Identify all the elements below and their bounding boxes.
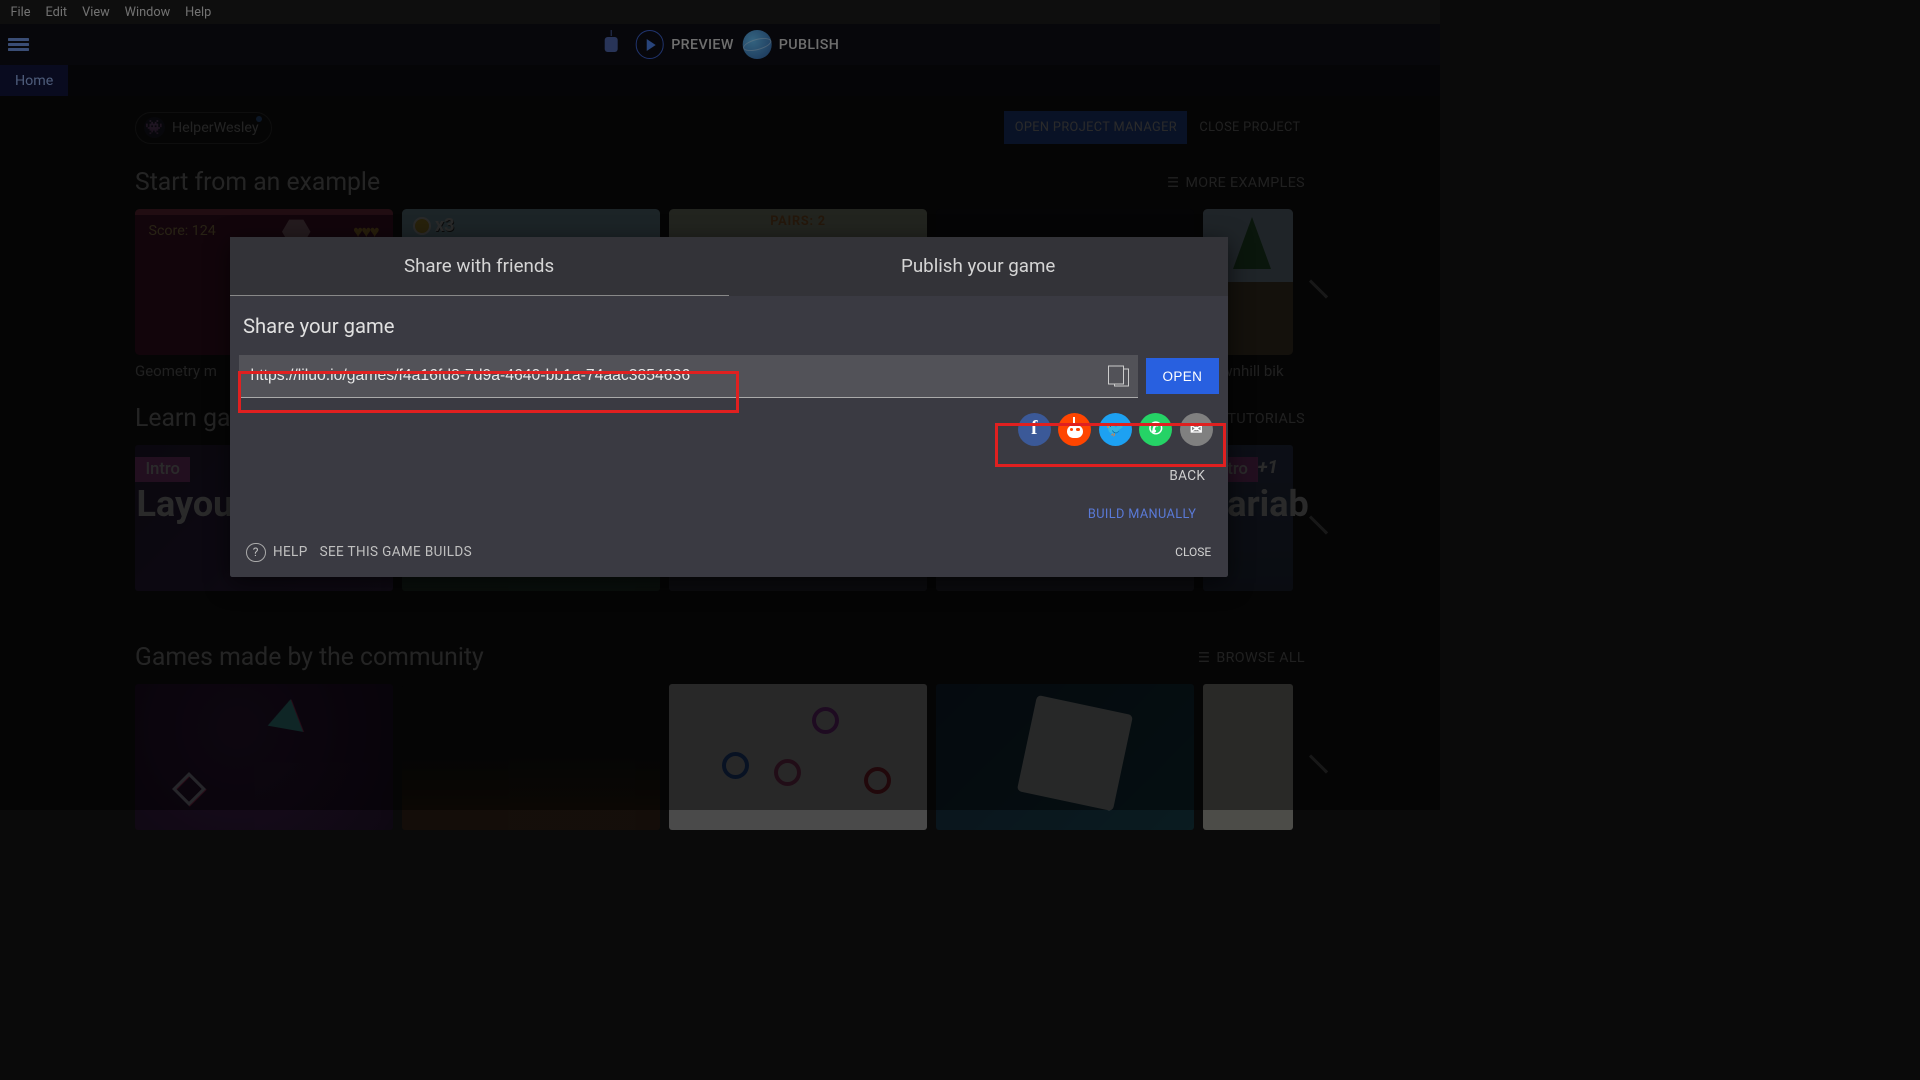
modal-title: Share your game [243, 314, 1219, 338]
copy-icon[interactable] [1108, 366, 1129, 387]
share-modal: Share with friends Publish your game Sha… [230, 237, 1228, 577]
help-link[interactable]: HELP [273, 544, 308, 560]
help-icon: ? [246, 543, 266, 563]
see-game-builds-link[interactable]: SEE THIS GAME BUILDS [320, 544, 472, 560]
back-button[interactable]: BACK [1169, 468, 1205, 484]
share-email-button[interactable]: ✉ [1180, 413, 1213, 446]
reddit-icon [1064, 419, 1085, 440]
build-manually-link[interactable]: BUILD MANUALLY [239, 507, 1197, 522]
share-whatsapp-button[interactable]: ✆ [1139, 413, 1172, 446]
facebook-icon: f [1031, 418, 1038, 440]
email-icon: ✉ [1190, 420, 1203, 438]
whatsapp-icon: ✆ [1149, 419, 1163, 439]
tab-publish-your-game[interactable]: Publish your game [729, 237, 1228, 296]
share-url-input[interactable] [239, 355, 1139, 398]
share-twitter-button[interactable]: 🐦 [1099, 413, 1132, 446]
share-facebook-button[interactable]: f [1018, 413, 1051, 446]
tab-share-with-friends[interactable]: Share with friends [230, 237, 729, 296]
share-reddit-button[interactable] [1058, 413, 1091, 446]
open-button[interactable]: OPEN [1146, 358, 1219, 394]
close-button[interactable]: CLOSE [1175, 545, 1211, 559]
twitter-icon: 🐦 [1106, 420, 1125, 438]
